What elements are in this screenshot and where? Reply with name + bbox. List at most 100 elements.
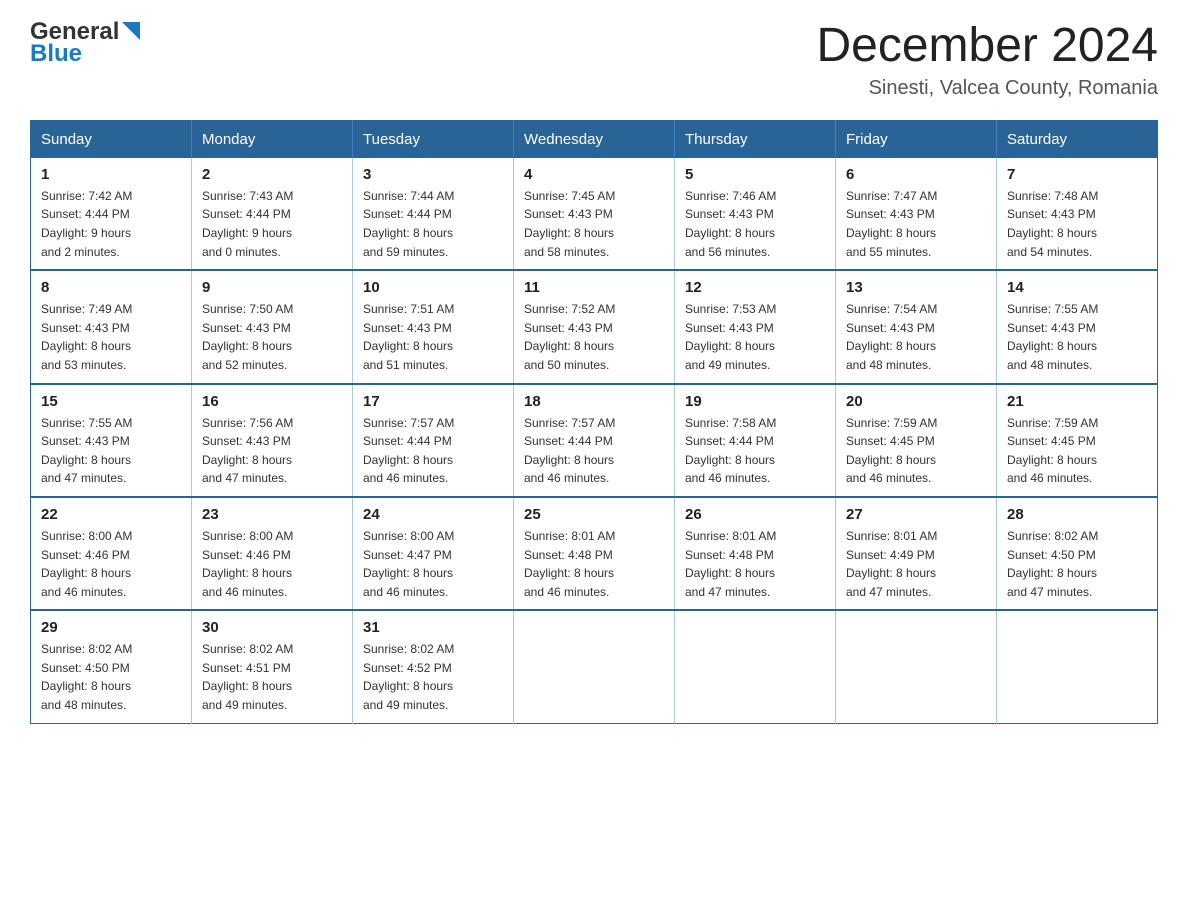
calendar-cell: 20 Sunrise: 7:59 AMSunset: 4:45 PMDaylig… [836, 384, 997, 497]
day-info: Sunrise: 7:43 AMSunset: 4:44 PMDaylight:… [202, 187, 342, 261]
calendar-cell [997, 610, 1158, 723]
calendar-cell: 21 Sunrise: 7:59 AMSunset: 4:45 PMDaylig… [997, 384, 1158, 497]
calendar-cell: 29 Sunrise: 8:02 AMSunset: 4:50 PMDaylig… [31, 610, 192, 723]
day-number: 28 [1007, 506, 1147, 523]
day-info: Sunrise: 7:42 AMSunset: 4:44 PMDaylight:… [41, 187, 181, 261]
day-info: Sunrise: 8:00 AMSunset: 4:46 PMDaylight:… [41, 527, 181, 601]
column-header-saturday: Saturday [997, 120, 1158, 158]
calendar-cell: 12 Sunrise: 7:53 AMSunset: 4:43 PMDaylig… [675, 270, 836, 383]
day-number: 23 [202, 506, 342, 523]
day-number: 26 [685, 506, 825, 523]
calendar-cell: 25 Sunrise: 8:01 AMSunset: 4:48 PMDaylig… [514, 497, 675, 610]
day-info: Sunrise: 7:59 AMSunset: 4:45 PMDaylight:… [846, 414, 986, 488]
page-subtitle: Sinesti, Valcea County, Romania [816, 77, 1158, 100]
day-number: 25 [524, 506, 664, 523]
day-info: Sunrise: 7:46 AMSunset: 4:43 PMDaylight:… [685, 187, 825, 261]
day-info: Sunrise: 8:01 AMSunset: 4:49 PMDaylight:… [846, 527, 986, 601]
calendar-week-row: 22 Sunrise: 8:00 AMSunset: 4:46 PMDaylig… [31, 497, 1158, 610]
day-info: Sunrise: 8:02 AMSunset: 4:51 PMDaylight:… [202, 640, 342, 714]
column-header-thursday: Thursday [675, 120, 836, 158]
page-title: December 2024 [816, 20, 1158, 73]
calendar-cell: 13 Sunrise: 7:54 AMSunset: 4:43 PMDaylig… [836, 270, 997, 383]
day-info: Sunrise: 8:02 AMSunset: 4:50 PMDaylight:… [41, 640, 181, 714]
calendar-cell: 19 Sunrise: 7:58 AMSunset: 4:44 PMDaylig… [675, 384, 836, 497]
day-info: Sunrise: 7:56 AMSunset: 4:43 PMDaylight:… [202, 414, 342, 488]
calendar-cell: 26 Sunrise: 8:01 AMSunset: 4:48 PMDaylig… [675, 497, 836, 610]
day-number: 6 [846, 166, 986, 183]
day-number: 7 [1007, 166, 1147, 183]
day-number: 10 [363, 279, 503, 296]
calendar-cell [514, 610, 675, 723]
day-number: 29 [41, 619, 181, 636]
calendar-cell: 1 Sunrise: 7:42 AMSunset: 4:44 PMDayligh… [31, 158, 192, 270]
day-number: 21 [1007, 393, 1147, 410]
day-number: 12 [685, 279, 825, 296]
calendar-cell: 16 Sunrise: 7:56 AMSunset: 4:43 PMDaylig… [192, 384, 353, 497]
day-number: 16 [202, 393, 342, 410]
column-header-friday: Friday [836, 120, 997, 158]
day-number: 1 [41, 166, 181, 183]
day-number: 13 [846, 279, 986, 296]
calendar-table: SundayMondayTuesdayWednesdayThursdayFrid… [30, 120, 1158, 724]
calendar-cell: 22 Sunrise: 8:00 AMSunset: 4:46 PMDaylig… [31, 497, 192, 610]
calendar-week-row: 1 Sunrise: 7:42 AMSunset: 4:44 PMDayligh… [31, 158, 1158, 270]
day-number: 18 [524, 393, 664, 410]
calendar-cell [675, 610, 836, 723]
day-info: Sunrise: 7:59 AMSunset: 4:45 PMDaylight:… [1007, 414, 1147, 488]
day-number: 15 [41, 393, 181, 410]
day-number: 5 [685, 166, 825, 183]
calendar-cell: 27 Sunrise: 8:01 AMSunset: 4:49 PMDaylig… [836, 497, 997, 610]
day-number: 4 [524, 166, 664, 183]
day-info: Sunrise: 7:52 AMSunset: 4:43 PMDaylight:… [524, 300, 664, 374]
calendar-cell [836, 610, 997, 723]
calendar-week-row: 8 Sunrise: 7:49 AMSunset: 4:43 PMDayligh… [31, 270, 1158, 383]
day-info: Sunrise: 7:50 AMSunset: 4:43 PMDaylight:… [202, 300, 342, 374]
calendar-cell: 5 Sunrise: 7:46 AMSunset: 4:43 PMDayligh… [675, 158, 836, 270]
day-number: 17 [363, 393, 503, 410]
day-info: Sunrise: 7:48 AMSunset: 4:43 PMDaylight:… [1007, 187, 1147, 261]
day-info: Sunrise: 8:01 AMSunset: 4:48 PMDaylight:… [524, 527, 664, 601]
calendar-cell: 8 Sunrise: 7:49 AMSunset: 4:43 PMDayligh… [31, 270, 192, 383]
day-number: 9 [202, 279, 342, 296]
calendar-cell: 11 Sunrise: 7:52 AMSunset: 4:43 PMDaylig… [514, 270, 675, 383]
day-info: Sunrise: 7:51 AMSunset: 4:43 PMDaylight:… [363, 300, 503, 374]
day-number: 11 [524, 279, 664, 296]
calendar-cell: 3 Sunrise: 7:44 AMSunset: 4:44 PMDayligh… [353, 158, 514, 270]
calendar-cell: 4 Sunrise: 7:45 AMSunset: 4:43 PMDayligh… [514, 158, 675, 270]
day-number: 8 [41, 279, 181, 296]
day-info: Sunrise: 8:02 AMSunset: 4:50 PMDaylight:… [1007, 527, 1147, 601]
day-info: Sunrise: 8:02 AMSunset: 4:52 PMDaylight:… [363, 640, 503, 714]
day-info: Sunrise: 7:57 AMSunset: 4:44 PMDaylight:… [524, 414, 664, 488]
day-number: 19 [685, 393, 825, 410]
logo-blue-text: Blue [30, 42, 82, 66]
day-info: Sunrise: 7:49 AMSunset: 4:43 PMDaylight:… [41, 300, 181, 374]
day-number: 14 [1007, 279, 1147, 296]
column-header-sunday: Sunday [31, 120, 192, 158]
calendar-cell: 18 Sunrise: 7:57 AMSunset: 4:44 PMDaylig… [514, 384, 675, 497]
day-number: 30 [202, 619, 342, 636]
calendar-week-row: 29 Sunrise: 8:02 AMSunset: 4:50 PMDaylig… [31, 610, 1158, 723]
column-header-wednesday: Wednesday [514, 120, 675, 158]
calendar-cell: 10 Sunrise: 7:51 AMSunset: 4:43 PMDaylig… [353, 270, 514, 383]
day-info: Sunrise: 7:47 AMSunset: 4:43 PMDaylight:… [846, 187, 986, 261]
page-header: General Blue December 2024 Sinesti, Valc… [30, 20, 1158, 100]
calendar-week-row: 15 Sunrise: 7:55 AMSunset: 4:43 PMDaylig… [31, 384, 1158, 497]
calendar-cell: 23 Sunrise: 8:00 AMSunset: 4:46 PMDaylig… [192, 497, 353, 610]
calendar-cell: 9 Sunrise: 7:50 AMSunset: 4:43 PMDayligh… [192, 270, 353, 383]
day-info: Sunrise: 7:44 AMSunset: 4:44 PMDaylight:… [363, 187, 503, 261]
calendar-cell: 7 Sunrise: 7:48 AMSunset: 4:43 PMDayligh… [997, 158, 1158, 270]
day-info: Sunrise: 8:00 AMSunset: 4:47 PMDaylight:… [363, 527, 503, 601]
day-info: Sunrise: 7:54 AMSunset: 4:43 PMDaylight:… [846, 300, 986, 374]
calendar-header-row: SundayMondayTuesdayWednesdayThursdayFrid… [31, 120, 1158, 158]
day-info: Sunrise: 7:53 AMSunset: 4:43 PMDaylight:… [685, 300, 825, 374]
day-number: 22 [41, 506, 181, 523]
calendar-cell: 28 Sunrise: 8:02 AMSunset: 4:50 PMDaylig… [997, 497, 1158, 610]
calendar-cell: 6 Sunrise: 7:47 AMSunset: 4:43 PMDayligh… [836, 158, 997, 270]
column-header-monday: Monday [192, 120, 353, 158]
logo-triangle-icon [122, 22, 140, 44]
day-info: Sunrise: 7:55 AMSunset: 4:43 PMDaylight:… [1007, 300, 1147, 374]
calendar-cell: 2 Sunrise: 7:43 AMSunset: 4:44 PMDayligh… [192, 158, 353, 270]
calendar-cell: 24 Sunrise: 8:00 AMSunset: 4:47 PMDaylig… [353, 497, 514, 610]
day-info: Sunrise: 8:00 AMSunset: 4:46 PMDaylight:… [202, 527, 342, 601]
calendar-cell: 14 Sunrise: 7:55 AMSunset: 4:43 PMDaylig… [997, 270, 1158, 383]
